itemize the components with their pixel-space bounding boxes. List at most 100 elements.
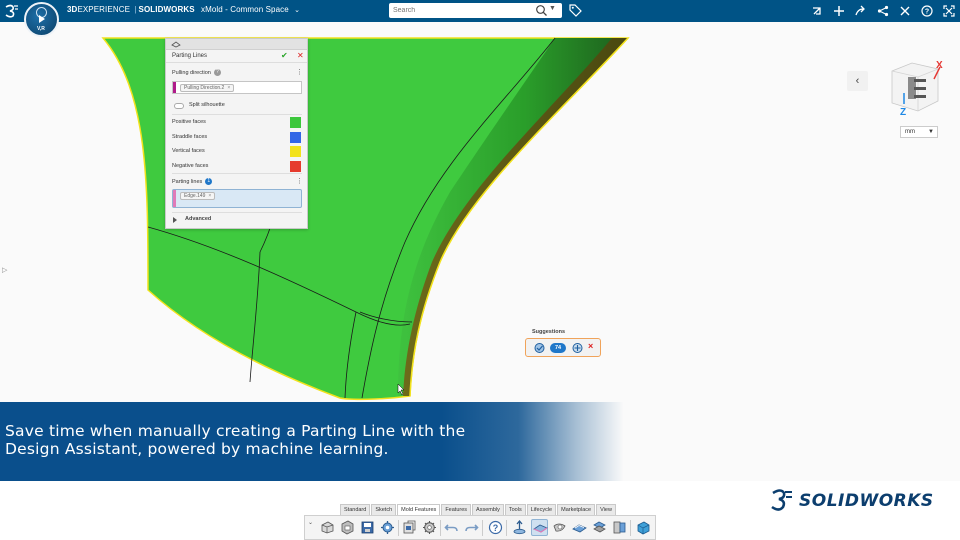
negative-faces-swatch[interactable] [290,161,301,172]
caption-text: Save time when manually creating a Parti… [5,422,466,458]
divider [172,114,302,115]
separator [482,520,483,536]
tab-view[interactable]: View [596,504,616,515]
chevron-down-icon[interactable]: ⌄ [308,519,313,526]
compass-widget[interactable]: V,R [24,2,59,37]
settings-gear-icon[interactable] [379,519,396,536]
shell-icon[interactable] [339,519,356,536]
panel-drag-strip[interactable] [166,39,307,50]
divider [172,212,302,213]
core-cavity-icon[interactable] [591,519,608,536]
solidworks-logo: SOLIDWORKS [769,485,934,517]
mold-base-icon[interactable] [635,519,652,536]
view-cube[interactable]: X Z [884,57,948,121]
tab-features[interactable]: Features [441,504,472,515]
3ds-logo-icon[interactable] [4,3,20,19]
assistant-icon[interactable] [533,342,546,354]
field-color-bar [173,190,176,207]
export-icon[interactable] [401,519,418,536]
separator [630,520,631,536]
svg-text:?: ? [493,523,499,533]
share-arrow-icon[interactable] [809,4,824,19]
help-icon[interactable]: ? [487,519,504,536]
logo-text: SOLIDWORKS [799,491,934,511]
straddle-faces-swatch[interactable] [290,132,301,143]
dismiss-suggestions-button[interactable]: × [588,341,593,351]
pulling-direction-label: Pulling direction [172,69,211,76]
edge-chip[interactable]: Edge.149 × [180,192,216,200]
search-input[interactable] [393,4,528,17]
tab-tools[interactable]: Tools [504,504,526,515]
play-icon[interactable] [39,15,45,23]
help-icon[interactable]: ? [213,69,221,76]
search-icon[interactable] [535,4,548,17]
edge-value: Edge.149 [184,193,206,199]
parting-lines-panel: Parting Lines ✔ ✕ Pulling direction? ⋮ P… [165,38,308,229]
expand-tree-icon[interactable]: ▷ [2,266,7,274]
units-select[interactable]: mm ▼ [900,126,938,138]
app-brand[interactable]: 3DEXPERIENCE | SOLIDWORKS xMold - Common … [67,5,300,14]
expand-advanced-icon[interactable] [173,217,177,223]
action-bar: ⌄ ? [304,515,656,540]
ok-button[interactable]: ✔ [281,51,288,60]
brand-experience: EXPERIENCE [77,5,131,14]
chevron-left-icon[interactable]: ‹ [847,71,868,91]
tools-icon[interactable] [897,4,912,19]
remove-chip-icon[interactable]: × [208,193,211,199]
top-right-toolbar: ? [809,3,956,19]
brand-solidworks: SOLIDWORKS [138,5,195,14]
tab-standard[interactable]: Standard [340,504,371,515]
remove-chip-icon[interactable]: × [227,85,230,91]
parting-lines-icon [171,41,181,48]
undo-icon[interactable] [443,519,460,536]
part-icon[interactable] [319,519,336,536]
positive-faces-swatch[interactable] [290,117,301,128]
chevron-down-icon[interactable]: ⌄ [294,7,300,14]
svg-text:?: ? [924,9,928,16]
3ds-logo-icon [771,489,792,511]
tooling-split-icon[interactable] [611,519,628,536]
tab-mold-features[interactable]: Mold Features [397,504,441,515]
add-icon[interactable] [831,4,846,19]
pulling-direction-menu-icon[interactable]: ⋮ [296,68,303,76]
divider [172,173,302,174]
caption-banner: Save time when manually creating a Parti… [0,402,960,481]
chevron-down-icon: ▼ [928,129,934,135]
help-icon[interactable]: ? [919,4,934,19]
suggestion-count-badge[interactable]: 74 [550,343,566,353]
forward-icon[interactable] [853,4,868,19]
network-icon[interactable] [875,4,890,19]
pulling-direction-field[interactable]: Pulling Direction.2 × [172,81,302,94]
tag-icon[interactable] [569,4,582,17]
parting-lines-field[interactable]: Edge.149 × [172,189,302,208]
advanced-section-label[interactable]: Advanced [185,216,211,222]
search-box[interactable]: ▼ [389,3,562,18]
split-silhouette-label: Split silhouette [189,102,225,108]
tab-marketplace[interactable]: Marketplace [557,504,596,515]
accept-suggestion-icon[interactable] [571,342,584,354]
parting-lines-row: Parting lines 1 [172,178,213,185]
parting-surface-icon[interactable] [571,519,588,536]
panel-title: Parting Lines [172,53,208,59]
redo-icon[interactable] [463,519,480,536]
pulling-direction-row: Pulling direction? [172,69,221,76]
split-silhouette-toggle[interactable] [174,103,184,109]
tab-assembly[interactable]: Assembly [472,504,504,515]
parting-lines-count-badge: 1 [205,178,213,185]
app-name: xMold - Common Space [200,5,289,14]
tab-sketch[interactable]: Sketch [371,504,397,515]
pulling-direction-chip[interactable]: Pulling Direction.2 × [180,84,235,92]
search-dropdown-icon[interactable]: ▼ [549,5,556,12]
shutoff-icon[interactable] [551,519,568,536]
save-icon[interactable] [359,519,376,536]
cancel-button[interactable]: ✕ [297,51,304,60]
pulling-direction-icon[interactable] [511,519,528,536]
fullscreen-icon[interactable] [941,4,956,19]
brand-separator: | [134,5,137,14]
vertical-faces-swatch[interactable] [290,146,301,157]
gear-icon[interactable] [421,519,438,536]
parting-lines-menu-icon[interactable]: ⋮ [296,177,303,185]
parting-lines-icon[interactable] [531,519,548,536]
axis-x-label: X [936,60,943,71]
tab-lifecycle[interactable]: Lifecycle [526,504,557,515]
